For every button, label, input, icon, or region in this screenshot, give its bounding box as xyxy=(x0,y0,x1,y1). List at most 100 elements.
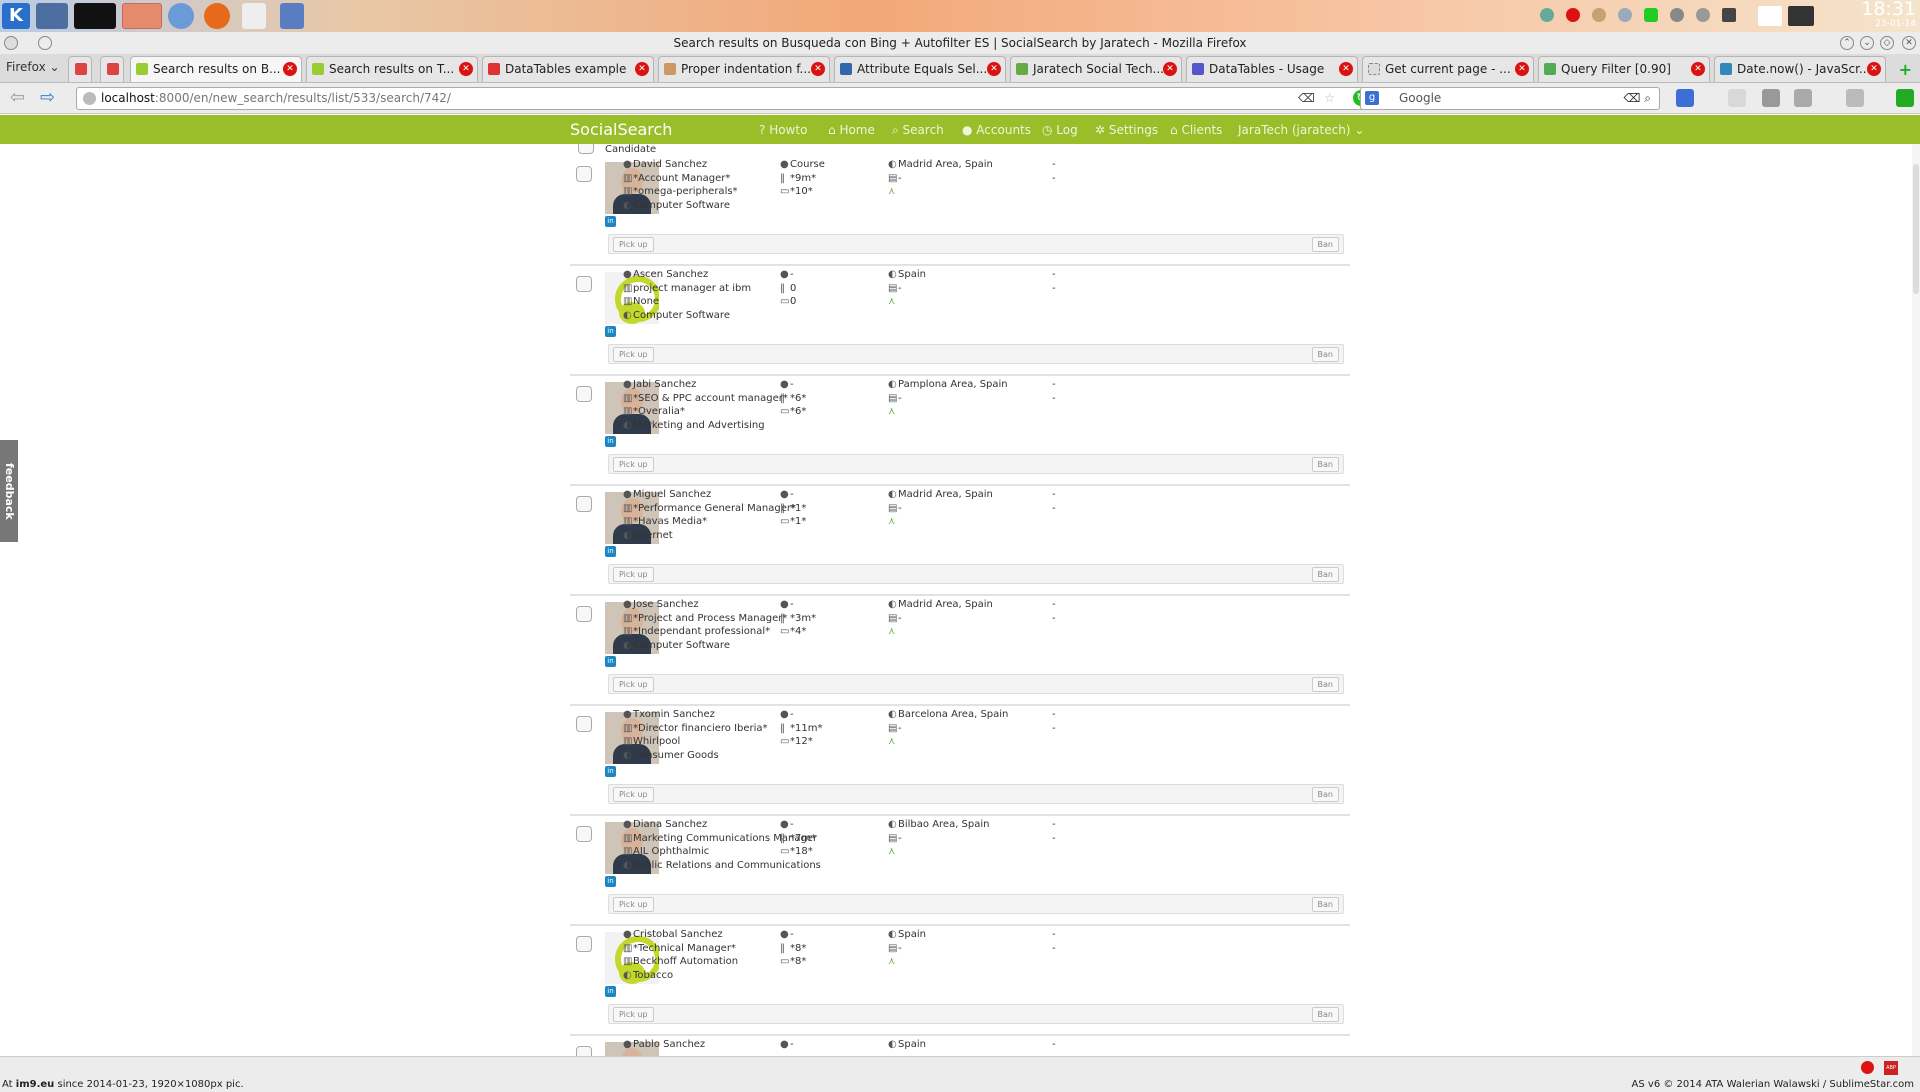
ban-button[interactable]: Ban xyxy=(1311,787,1339,802)
candidate-name[interactable]: ●David Sanchez xyxy=(623,158,707,172)
pick-up-button[interactable]: Pick up xyxy=(613,567,654,582)
candidate-checkbox[interactable] xyxy=(576,386,592,402)
tab-jaratech-social[interactable]: Jaratech Social Tech... ✕ xyxy=(1010,56,1182,82)
tab-datatables-usage[interactable]: DataTables - Usage ✕ xyxy=(1186,56,1358,82)
ban-button[interactable]: Ban xyxy=(1311,567,1339,582)
chrome-icon[interactable] xyxy=(168,3,194,29)
linkedin-icon[interactable]: in xyxy=(605,766,616,777)
forward-arrow-icon[interactable]: ⇨ xyxy=(40,89,55,107)
tray-battery-icon[interactable] xyxy=(1722,8,1736,22)
linkedin-icon[interactable]: in xyxy=(605,436,616,447)
tab-date-now[interactable]: Date.now() - JavaScr... ✕ xyxy=(1714,56,1886,82)
candidate-name[interactable]: ●Diana Sanchez xyxy=(623,818,707,832)
google-engine-icon[interactable]: g xyxy=(1365,91,1379,105)
pick-up-button[interactable]: Pick up xyxy=(613,787,654,802)
pick-up-button[interactable]: Pick up xyxy=(613,897,654,912)
window-menu-icon[interactable] xyxy=(4,36,18,50)
candidate-checkbox[interactable] xyxy=(576,826,592,842)
close-tab-icon[interactable]: ✕ xyxy=(1867,62,1881,76)
pick-up-button[interactable]: Pick up xyxy=(613,457,654,472)
pick-up-button[interactable]: Pick up xyxy=(613,677,654,692)
candidate-name[interactable]: ●Pablo Sanchez xyxy=(623,1038,705,1052)
editor-icon[interactable] xyxy=(242,3,266,29)
nav-accounts[interactable]: ● Accounts xyxy=(962,123,1031,137)
candidate-name[interactable]: ●Miguel Sanchez xyxy=(623,488,711,502)
tray-pin-icon[interactable] xyxy=(1540,8,1554,22)
brand-logo[interactable]: SocialSearch xyxy=(570,120,672,139)
close-tab-icon[interactable]: ✕ xyxy=(1691,62,1705,76)
ban-button[interactable]: Ban xyxy=(1311,1007,1339,1022)
tray-check-icon[interactable] xyxy=(1644,8,1658,22)
adblock-icon[interactable]: ABP xyxy=(1884,1061,1898,1075)
scrollbar-thumb[interactable] xyxy=(1913,164,1919,294)
tab-proper-indentation[interactable]: Proper indentation f... ✕ xyxy=(658,56,830,82)
close-tab-icon[interactable]: ✕ xyxy=(1339,62,1353,76)
addon-toolbar-icon[interactable] xyxy=(1794,89,1812,107)
candidate-name[interactable]: ●Jose Sanchez xyxy=(623,598,699,612)
tray-scissors-icon[interactable] xyxy=(1670,8,1684,22)
nav-howto[interactable]: ? Howto xyxy=(759,123,807,137)
bookmark-star-icon[interactable]: ☆ xyxy=(1324,88,1335,109)
candidate-checkbox[interactable] xyxy=(576,716,592,732)
file-manager-icon[interactable] xyxy=(36,3,68,29)
tab-pinned-gmail-2[interactable] xyxy=(100,56,124,82)
feedback-tab[interactable]: feedback xyxy=(0,440,18,542)
pick-up-button[interactable]: Pick up xyxy=(613,347,654,362)
close-tab-icon[interactable]: ✕ xyxy=(635,62,649,76)
linkedin-icon[interactable]: in xyxy=(605,326,616,337)
nav-log[interactable]: ◷ Log xyxy=(1042,123,1078,137)
tray-clipboard-icon[interactable] xyxy=(1758,6,1782,26)
clear-url-icon[interactable]: ⌫ xyxy=(1298,88,1315,109)
nav-settings[interactable]: ✲ Settings xyxy=(1095,123,1158,137)
window-maximize-icon[interactable]: ◇ xyxy=(1880,36,1894,50)
terminal-icon[interactable] xyxy=(74,3,116,29)
linkedin-icon[interactable]: in xyxy=(605,216,616,227)
candidate-checkbox[interactable] xyxy=(576,936,592,952)
linkedin-icon[interactable]: in xyxy=(605,876,616,887)
candidate-checkbox[interactable] xyxy=(576,276,592,292)
firefox-menu-button[interactable]: Firefox ⌄ xyxy=(6,60,60,74)
tab-get-current-page[interactable]: Get current page - ... ✕ xyxy=(1362,56,1534,82)
close-tab-icon[interactable]: ✕ xyxy=(811,62,825,76)
kde-menu-icon[interactable]: K xyxy=(2,3,30,29)
window-preview-icon[interactable] xyxy=(122,3,162,29)
window-minimize-icon[interactable]: ⌄ xyxy=(1860,36,1874,50)
candidate-name[interactable]: ●Txomin Sanchez xyxy=(623,708,715,722)
status-close-icon[interactable] xyxy=(1861,1061,1874,1074)
candidate-checkbox[interactable] xyxy=(576,606,592,622)
pick-up-button[interactable]: Pick up xyxy=(613,1007,654,1022)
candidate-name[interactable]: ●Ascen Sanchez xyxy=(623,268,708,282)
nav-clients[interactable]: ⌂ Clients xyxy=(1170,123,1222,137)
window-pin-icon[interactable] xyxy=(38,36,52,50)
pocket-icon[interactable] xyxy=(1846,89,1864,107)
tray-update-icon[interactable] xyxy=(1592,8,1606,22)
tab-search-results-bing[interactable]: Search results on B... ✕ xyxy=(130,56,302,82)
window-restore-icon[interactable]: ⌃ xyxy=(1840,36,1854,50)
close-tab-icon[interactable]: ✕ xyxy=(283,62,297,76)
ban-button[interactable]: Ban xyxy=(1311,347,1339,362)
select-all-checkbox[interactable] xyxy=(578,144,594,154)
ban-button[interactable]: Ban xyxy=(1311,457,1339,472)
ban-button[interactable]: Ban xyxy=(1311,897,1339,912)
tab-query-filter[interactable]: Query Filter [0.90] ✕ xyxy=(1538,56,1710,82)
downloads-icon[interactable] xyxy=(1728,89,1746,107)
close-tab-icon[interactable]: ✕ xyxy=(459,62,473,76)
candidate-name[interactable]: ●Jabi Sanchez xyxy=(623,378,696,392)
linkedin-icon[interactable]: in xyxy=(605,656,616,667)
search-binoculars-icon[interactable]: ⌫ ⌕ xyxy=(1623,88,1651,109)
firefox-icon[interactable] xyxy=(204,3,230,29)
candidate-name[interactable]: ●Cristobal Sanchez xyxy=(623,928,723,942)
tray-dropbox-icon[interactable] xyxy=(1618,8,1632,22)
linkedin-icon[interactable]: in xyxy=(605,986,616,997)
close-tab-icon[interactable]: ✕ xyxy=(1163,62,1177,76)
site-identity-icon[interactable] xyxy=(83,92,96,105)
calculator-icon[interactable] xyxy=(280,3,304,29)
nav-home[interactable]: ⌂ Home xyxy=(828,123,875,137)
new-tab-icon[interactable]: + xyxy=(1899,60,1912,79)
candidate-checkbox[interactable] xyxy=(576,496,592,512)
window-close-icon[interactable]: ✕ xyxy=(1902,36,1916,50)
home-icon[interactable] xyxy=(1762,89,1780,107)
back-arrow-icon[interactable]: ⇦ xyxy=(10,89,25,107)
close-tab-icon[interactable]: ✕ xyxy=(1515,62,1529,76)
nav-search[interactable]: ⌕ Search xyxy=(892,123,944,146)
